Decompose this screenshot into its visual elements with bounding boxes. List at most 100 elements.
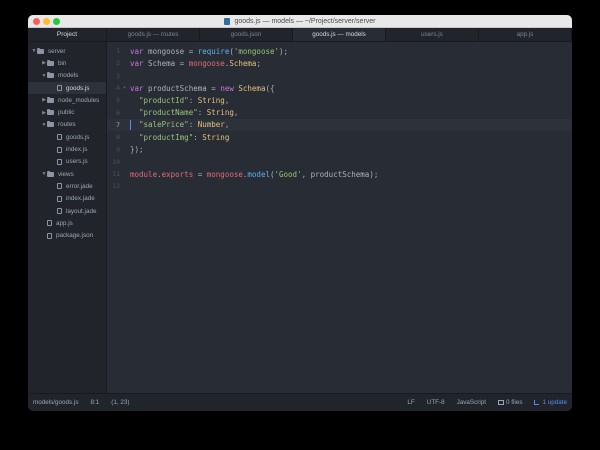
- status-line-ending[interactable]: LF: [407, 399, 414, 406]
- line-number: 9: [116, 145, 120, 154]
- folder-icon: [37, 47, 44, 54]
- code-editor[interactable]: 1 var mongoose = require('mongoose'); 2 var…: [107, 42, 572, 393]
- tree-item-label: node_modules: [58, 96, 100, 104]
- code-token: model: [247, 169, 270, 179]
- code-line[interactable]: 2 var Schema = mongoose.Schema;: [107, 57, 572, 69]
- code-token: ({: [265, 83, 275, 93]
- tree-folder[interactable]: ▼ views: [28, 168, 106, 180]
- code-text: module.exports = mongoose.model('Good', …: [129, 170, 378, 179]
- line-number: 10: [112, 157, 120, 166]
- code-token: String: [202, 132, 230, 142]
- editor-tab[interactable]: users.js: [386, 28, 479, 41]
- tree-item-label: error.jade: [66, 182, 93, 190]
- tree-file[interactable]: goods.js: [28, 131, 106, 143]
- editor-tab[interactable]: goods.js — models: [293, 28, 386, 41]
- status-cursor-position[interactable]: 8:1: [91, 399, 100, 406]
- folder-icon: [47, 121, 54, 128]
- tree-item-label: models: [58, 72, 79, 80]
- tree-file[interactable]: index.js: [28, 143, 106, 155]
- status-file-path[interactable]: models/goods.js: [33, 399, 79, 406]
- status-files-label: 0 files: [506, 399, 523, 406]
- tree-folder[interactable]: ▶ public: [28, 106, 106, 118]
- code-line[interactable]: 11 module.exports = mongoose.model('Good'…: [107, 168, 572, 180]
- code-line[interactable]: 4 ▾ var productSchema = new Schema({: [107, 82, 572, 94]
- code-token: , productSchema);: [301, 169, 379, 179]
- code-line[interactable]: 3: [107, 70, 572, 82]
- code-token: ,: [224, 95, 230, 105]
- editor-tab[interactable]: goods.js — routes: [107, 28, 200, 41]
- code-line[interactable]: 5 "productId": String,: [107, 94, 572, 106]
- fold-chevron-icon[interactable]: ▾: [123, 85, 128, 91]
- code-token: var: [130, 46, 144, 56]
- code-token: "productName": [139, 108, 198, 118]
- code-token: String: [206, 108, 234, 118]
- code-token: :: [188, 95, 198, 105]
- code-token: Schema: [229, 58, 257, 68]
- tree-file[interactable]: error.jade: [28, 180, 106, 192]
- tree-view: Project ▼ server ▶ bin ▼ models goods.js ▶ node_…: [28, 28, 107, 393]
- code-token: 'Good': [274, 169, 302, 179]
- tree-folder[interactable]: ▼ models: [28, 70, 106, 82]
- code-line[interactable]: 6 "productName": String,: [107, 106, 572, 118]
- tree-folder[interactable]: ▼ server: [28, 45, 106, 57]
- line-number: 3: [116, 71, 120, 80]
- code-text: });: [129, 145, 144, 154]
- tree-item-label: bin: [58, 59, 67, 67]
- code-token: :: [188, 120, 198, 130]
- tree-file[interactable]: app.js: [28, 217, 106, 229]
- tree-file[interactable]: package.json: [28, 229, 106, 241]
- tree-folder[interactable]: ▶ bin: [28, 57, 106, 69]
- file-icon: [57, 85, 62, 92]
- code-line[interactable]: 10: [107, 156, 572, 168]
- tree-file[interactable]: users.js: [28, 156, 106, 168]
- code-token: ;: [256, 58, 261, 68]
- folder-icon: [47, 72, 54, 79]
- editor-tab[interactable]: app.js: [479, 28, 572, 41]
- line-number: 1: [116, 47, 120, 56]
- tree-item-label: goods.js: [66, 84, 90, 92]
- code-token: Schema =: [143, 58, 189, 68]
- code-token: });: [130, 145, 144, 155]
- code-token: "productId": [139, 95, 189, 105]
- code-token: productSchema =: [143, 83, 221, 93]
- line-number: 7: [116, 120, 120, 129]
- tree-file[interactable]: goods.js: [28, 81, 106, 95]
- code-line[interactable]: 12: [107, 180, 572, 192]
- status-update[interactable]: 1 update: [534, 399, 567, 406]
- status-git-files[interactable]: 0 files: [498, 399, 522, 406]
- editor-window: goods.js — models — ~/Project/server/ser…: [28, 15, 572, 411]
- tree-folder[interactable]: ▶ node_modules: [28, 94, 106, 106]
- project-panel-header[interactable]: Project: [28, 28, 106, 42]
- code-text: "productName": String,: [129, 108, 238, 117]
- window-title: goods.js — models — ~/Project/server/ser…: [234, 18, 376, 25]
- code-token: mongoose: [188, 58, 225, 68]
- code-token: "productImg": [139, 132, 194, 142]
- tree-item-label: server: [48, 47, 66, 55]
- code-token: ,: [224, 120, 230, 130]
- line-number: 6: [116, 108, 120, 117]
- tree-file[interactable]: index.jade: [28, 193, 106, 205]
- line-number: 4: [116, 84, 120, 93]
- code-line[interactable]: 1 var mongoose = require('mongoose');: [107, 45, 572, 57]
- code-token: Schema: [238, 83, 266, 93]
- code-token: String: [197, 95, 225, 105]
- tree-file[interactable]: layout.jade: [28, 205, 106, 217]
- code-line[interactable]: 7 "salePrice": Number,: [107, 118, 572, 132]
- text-cursor: [130, 119, 131, 130]
- status-encoding[interactable]: UTF-8: [427, 399, 445, 406]
- code-line[interactable]: 8 "productImg": String: [107, 131, 572, 143]
- folder-icon: [47, 96, 54, 103]
- editor-tab[interactable]: goods.json: [200, 28, 293, 41]
- status-grammar[interactable]: JavaScript: [457, 399, 486, 406]
- status-selection-count: (1, 23): [111, 399, 130, 406]
- tree-folder[interactable]: ▼ routes: [28, 119, 106, 131]
- code-text: var productSchema = new Schema({: [129, 84, 275, 93]
- line-number: 5: [116, 96, 120, 105]
- tree-item-label: index.jade: [66, 195, 95, 203]
- line-number: 2: [116, 59, 120, 68]
- tree-item-label: routes: [58, 121, 76, 129]
- code-line[interactable]: 9});: [107, 143, 572, 155]
- code-text: "productImg": String: [129, 133, 229, 142]
